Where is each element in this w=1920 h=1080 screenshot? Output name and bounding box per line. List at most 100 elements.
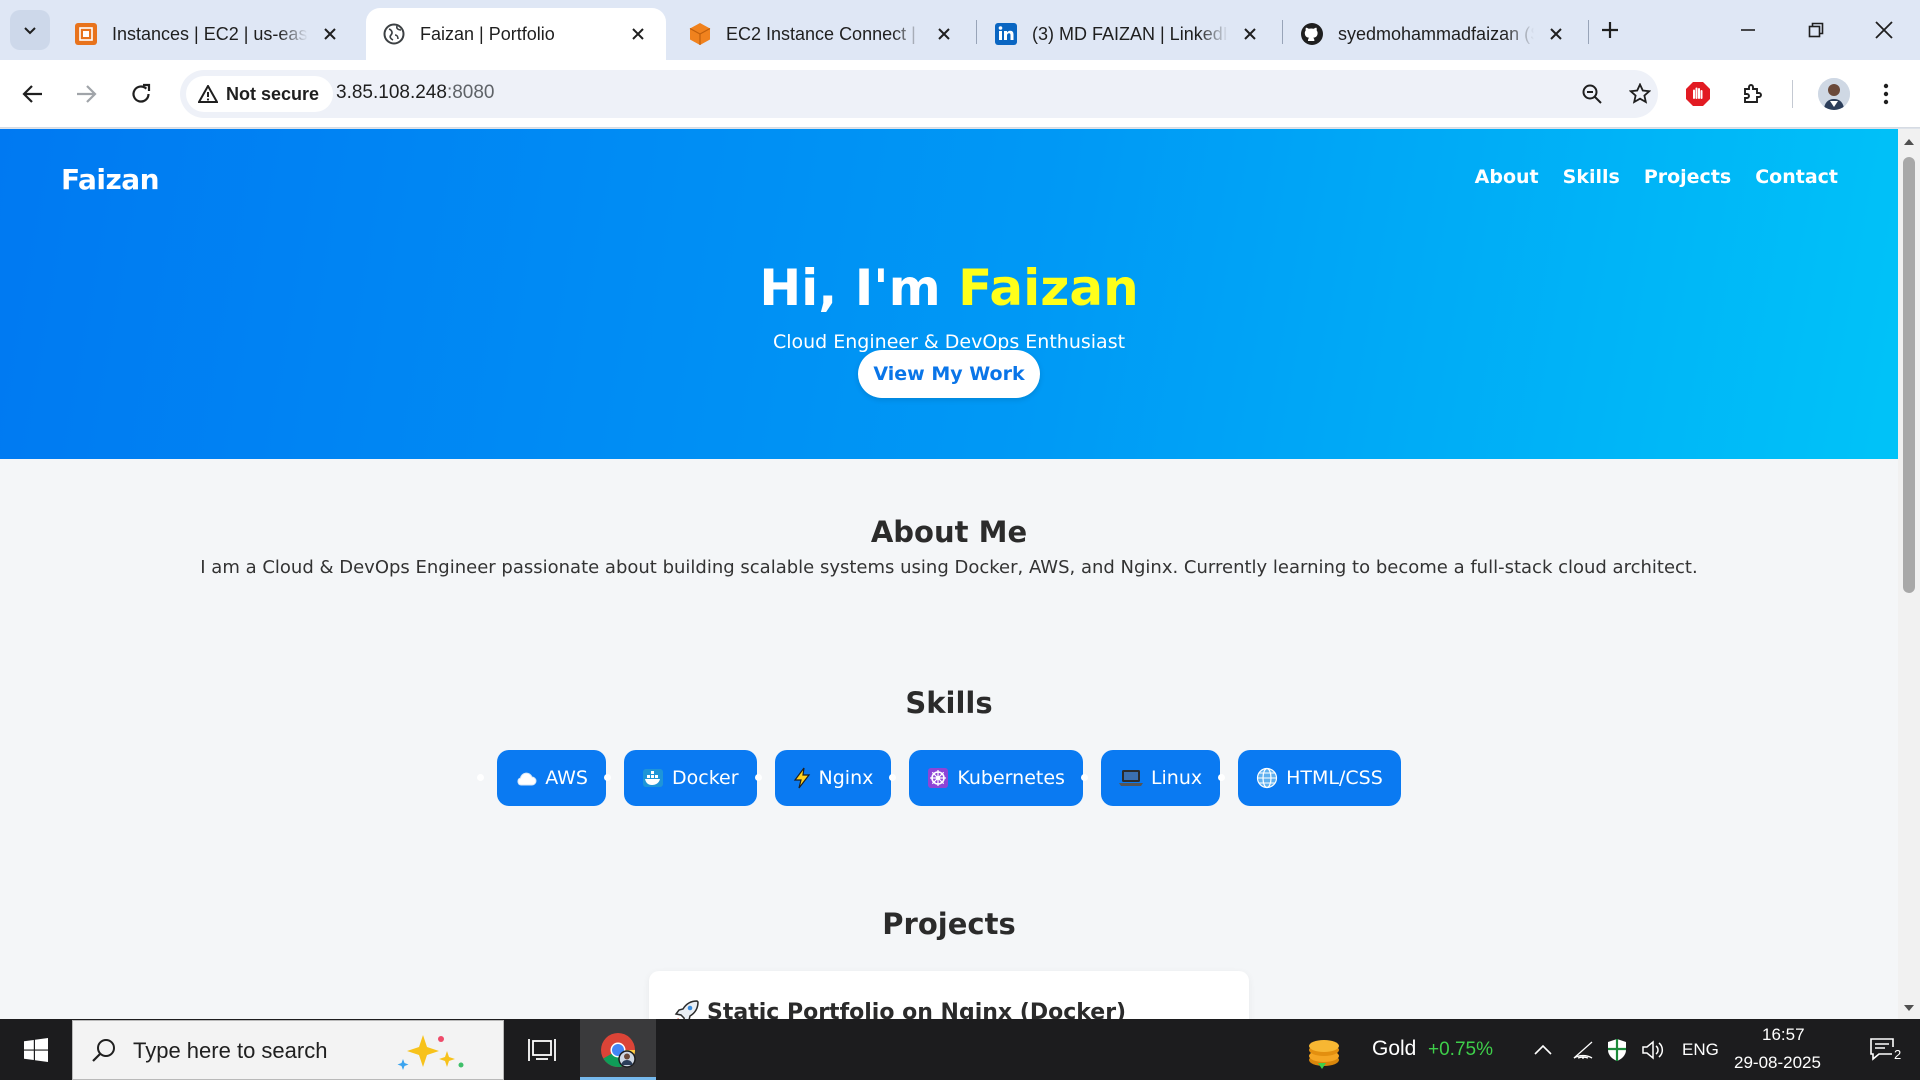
url-text[interactable]: 3.85.108.248:8080 [336, 82, 495, 104]
minimize-icon [1741, 29, 1755, 31]
whale-icon [642, 768, 664, 788]
skill-docker[interactable]: Docker [604, 750, 757, 806]
start-button[interactable] [0, 1019, 72, 1080]
close-icon [1875, 21, 1893, 39]
tab-github[interactable]: syedmohammadfaizan (Syed [1284, 8, 1584, 60]
github-icon [1300, 22, 1324, 46]
close-icon[interactable] [932, 22, 956, 46]
taskbar-search-placeholder: Type here to search [133, 1038, 328, 1063]
language-indicator[interactable]: ENG [1682, 1040, 1719, 1060]
back-button[interactable] [13, 74, 53, 114]
tab-search-button[interactable] [10, 10, 50, 50]
plus-icon [1602, 22, 1618, 38]
tab-separator [1282, 20, 1283, 44]
profile-avatar[interactable] [1818, 78, 1850, 110]
tab-title: Instances | EC2 | us-east-1 [112, 23, 308, 44]
view-my-work-button[interactable]: View My Work [858, 350, 1040, 398]
more-vert-icon [1883, 83, 1889, 105]
arrow-right-icon [77, 85, 97, 103]
task-view-icon [528, 1038, 556, 1061]
sparkle-icon [397, 1035, 464, 1070]
lightning-icon [793, 767, 811, 789]
stop-hand-icon [1686, 82, 1710, 106]
aws-ec2-icon [74, 22, 98, 46]
restore-button[interactable] [1794, 10, 1838, 50]
nav-link-about[interactable]: About [1475, 166, 1539, 188]
globe-icon [1256, 767, 1278, 789]
close-icon[interactable] [318, 22, 342, 46]
show-hidden-icons-button[interactable] [1526, 1019, 1560, 1080]
notification-count: 2 [1892, 1047, 1904, 1062]
close-icon[interactable] [1238, 22, 1262, 46]
caret-down-icon [1904, 1005, 1914, 1011]
nav-link-projects[interactable]: Projects [1644, 166, 1731, 188]
skill-nginx[interactable]: Nginx [754, 750, 892, 806]
caret-up-icon [1904, 139, 1914, 145]
skill-aws[interactable]: AWS [477, 750, 606, 806]
tab-separator [976, 20, 977, 44]
tab-ec2-instances[interactable]: Instances | EC2 | us-east-1 [58, 8, 358, 60]
browser-toolbar: Not secure 3.85.108.248:8080 [0, 60, 1920, 128]
extensions-button[interactable] [1733, 74, 1773, 114]
notification-center-button[interactable]: 2 [1856, 1019, 1912, 1080]
windows-logo-icon [24, 1037, 48, 1062]
new-tab-button[interactable] [1590, 10, 1630, 50]
nav-link-skills[interactable]: Skills [1563, 166, 1620, 188]
scroll-up-arrow[interactable] [1903, 136, 1915, 148]
close-window-button[interactable] [1862, 10, 1906, 50]
hero-title: Hi, I'm Faizan [0, 259, 1898, 317]
zoom-button[interactable] [1576, 78, 1608, 110]
security-chip[interactable]: Not secure [186, 76, 334, 112]
chevron-up-icon [1534, 1044, 1552, 1055]
hero-section: Faizan About Skills Projects Contact Hi,… [0, 129, 1898, 459]
star-icon [1629, 83, 1651, 104]
tab-title: Faizan | Portfolio [420, 23, 555, 44]
scrollbar-thumb[interactable] [1903, 157, 1915, 593]
tab-title: syedmohammadfaizan (Syed [1338, 23, 1534, 44]
skill-label: HTML/CSS [1286, 767, 1383, 789]
site-logo[interactable]: Faizan [61, 163, 160, 196]
security-chip-label: Not secure [226, 83, 320, 104]
clock-time[interactable]: 16:57 [1762, 1025, 1805, 1045]
chrome-icon [601, 1032, 636, 1068]
linkedin-icon [994, 22, 1018, 46]
security-tray-button[interactable] [1600, 1019, 1634, 1080]
close-icon[interactable] [1544, 22, 1568, 46]
arrow-left-icon [22, 85, 42, 103]
tab-linkedin[interactable]: (3) MD FAIZAN | LinkedIn [978, 8, 1278, 60]
address-bar[interactable]: Not secure 3.85.108.248:8080 [180, 70, 1658, 118]
zoom-icon [1582, 84, 1602, 104]
skill-linux[interactable]: Linux [1080, 750, 1221, 806]
skills-list: AWS Docker Nginx Kubernetes Linux HTML/C… [0, 750, 1898, 806]
skill-html-css[interactable]: HTML/CSS [1218, 750, 1401, 806]
taskbar-chrome-button[interactable] [580, 1019, 656, 1080]
network-button[interactable] [1566, 1019, 1600, 1080]
project-card[interactable]: Static Portfolio on Nginx (Docker) [649, 971, 1249, 1019]
clock-date[interactable]: 29-08-2025 [1734, 1053, 1821, 1073]
minimize-button[interactable] [1726, 10, 1770, 50]
tab-portfolio[interactable]: Faizan | Portfolio [366, 8, 666, 60]
reload-button[interactable] [121, 74, 161, 114]
rocket-icon [674, 1000, 699, 1019]
taskbar-search-box[interactable]: Type here to search [72, 1020, 504, 1080]
nav-link-contact[interactable]: Contact [1755, 166, 1838, 188]
gold-coins-icon [1309, 1039, 1339, 1069]
task-view-button[interactable] [504, 1019, 580, 1080]
skill-kubernetes[interactable]: Kubernetes [889, 750, 1083, 806]
avatar-icon [1818, 78, 1850, 110]
forward-button[interactable] [66, 74, 106, 114]
restore-icon [1808, 22, 1824, 38]
bookmark-button[interactable] [1624, 78, 1656, 110]
chevron-down-icon [24, 27, 36, 35]
close-icon[interactable] [626, 22, 650, 46]
tab-ec2-instance-connect[interactable]: EC2 Instance Connect | us-east-1 [672, 8, 972, 60]
laptop-icon [1118, 769, 1143, 787]
about-text: I am a Cloud & DevOps Engineer passionat… [200, 557, 1698, 578]
volume-button[interactable] [1636, 1019, 1670, 1080]
chrome-menu-button[interactable] [1866, 74, 1906, 114]
tab-title: (3) MD FAIZAN | LinkedIn [1032, 23, 1228, 44]
scroll-down-arrow[interactable] [1903, 1002, 1915, 1014]
helm-icon [927, 767, 949, 789]
extension-adblock-button[interactable] [1678, 74, 1718, 114]
widget-change: +0.75% [1428, 1039, 1493, 1060]
